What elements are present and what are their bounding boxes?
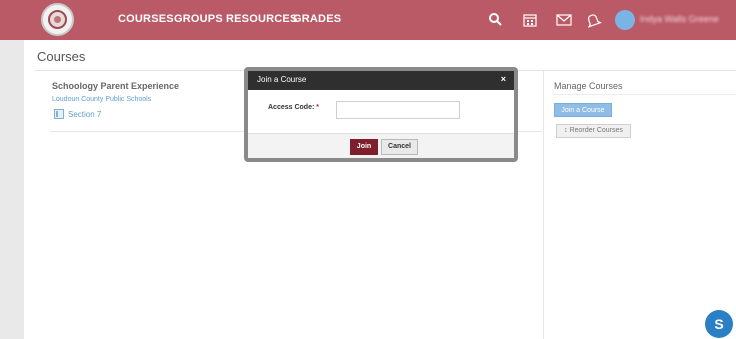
user-name[interactable]: Indya Walls Greene [640, 14, 736, 24]
reorder-courses-label: Reorder Courses [569, 127, 623, 134]
seal-icon [48, 10, 67, 29]
dialog-body: Join a Course × Access Code: * Join Canc… [248, 71, 514, 158]
required-marker: * [316, 104, 319, 111]
section-link[interactable]: Section 7 [68, 110, 101, 119]
divider [543, 71, 544, 339]
top-navigation-bar: COURSES GROUPS RESOURCES GRADES Indya Wa… [0, 0, 736, 40]
search-icon[interactable] [487, 11, 505, 29]
chat-button[interactable]: S [705, 310, 733, 338]
cancel-button[interactable]: Cancel [381, 139, 418, 155]
school-logo[interactable] [41, 3, 74, 36]
mail-icon[interactable] [555, 11, 573, 29]
nav-groups[interactable]: GROUPS [174, 13, 223, 25]
dialog-title: Join a Course [257, 75, 307, 84]
access-code-input[interactable] [336, 101, 460, 119]
user-avatar[interactable] [615, 10, 635, 30]
close-icon[interactable]: × [501, 74, 506, 84]
nav-resources[interactable]: RESOURCES [226, 13, 297, 25]
bell-icon[interactable] [584, 11, 602, 29]
join-course-button[interactable]: Join a Course [554, 103, 612, 117]
course-name[interactable]: Schoology Parent Experience [52, 81, 179, 91]
access-code-label: Access Code: * [268, 104, 319, 111]
join-button[interactable]: Join [350, 139, 378, 155]
reorder-icon: ↕ [564, 127, 568, 134]
join-course-dialog: Join a Course × Access Code: * Join Canc… [244, 67, 518, 162]
manage-courses-title: Manage Courses [554, 81, 623, 91]
dialog-footer: Join Cancel [248, 133, 514, 158]
nav-courses[interactable]: COURSES [118, 13, 174, 25]
school-link[interactable]: Loudoun County Public Schools [52, 96, 151, 103]
page-title: Courses [37, 49, 86, 64]
nav-grades[interactable]: GRADES [293, 13, 341, 25]
calendar-icon[interactable] [521, 11, 539, 29]
access-code-label-text: Access Code: [268, 104, 315, 111]
reorder-courses-button[interactable]: ↕ Reorder Courses [556, 124, 631, 138]
section-icon [54, 109, 64, 119]
dialog-header: Join a Course × [248, 71, 514, 90]
divider [553, 94, 736, 95]
